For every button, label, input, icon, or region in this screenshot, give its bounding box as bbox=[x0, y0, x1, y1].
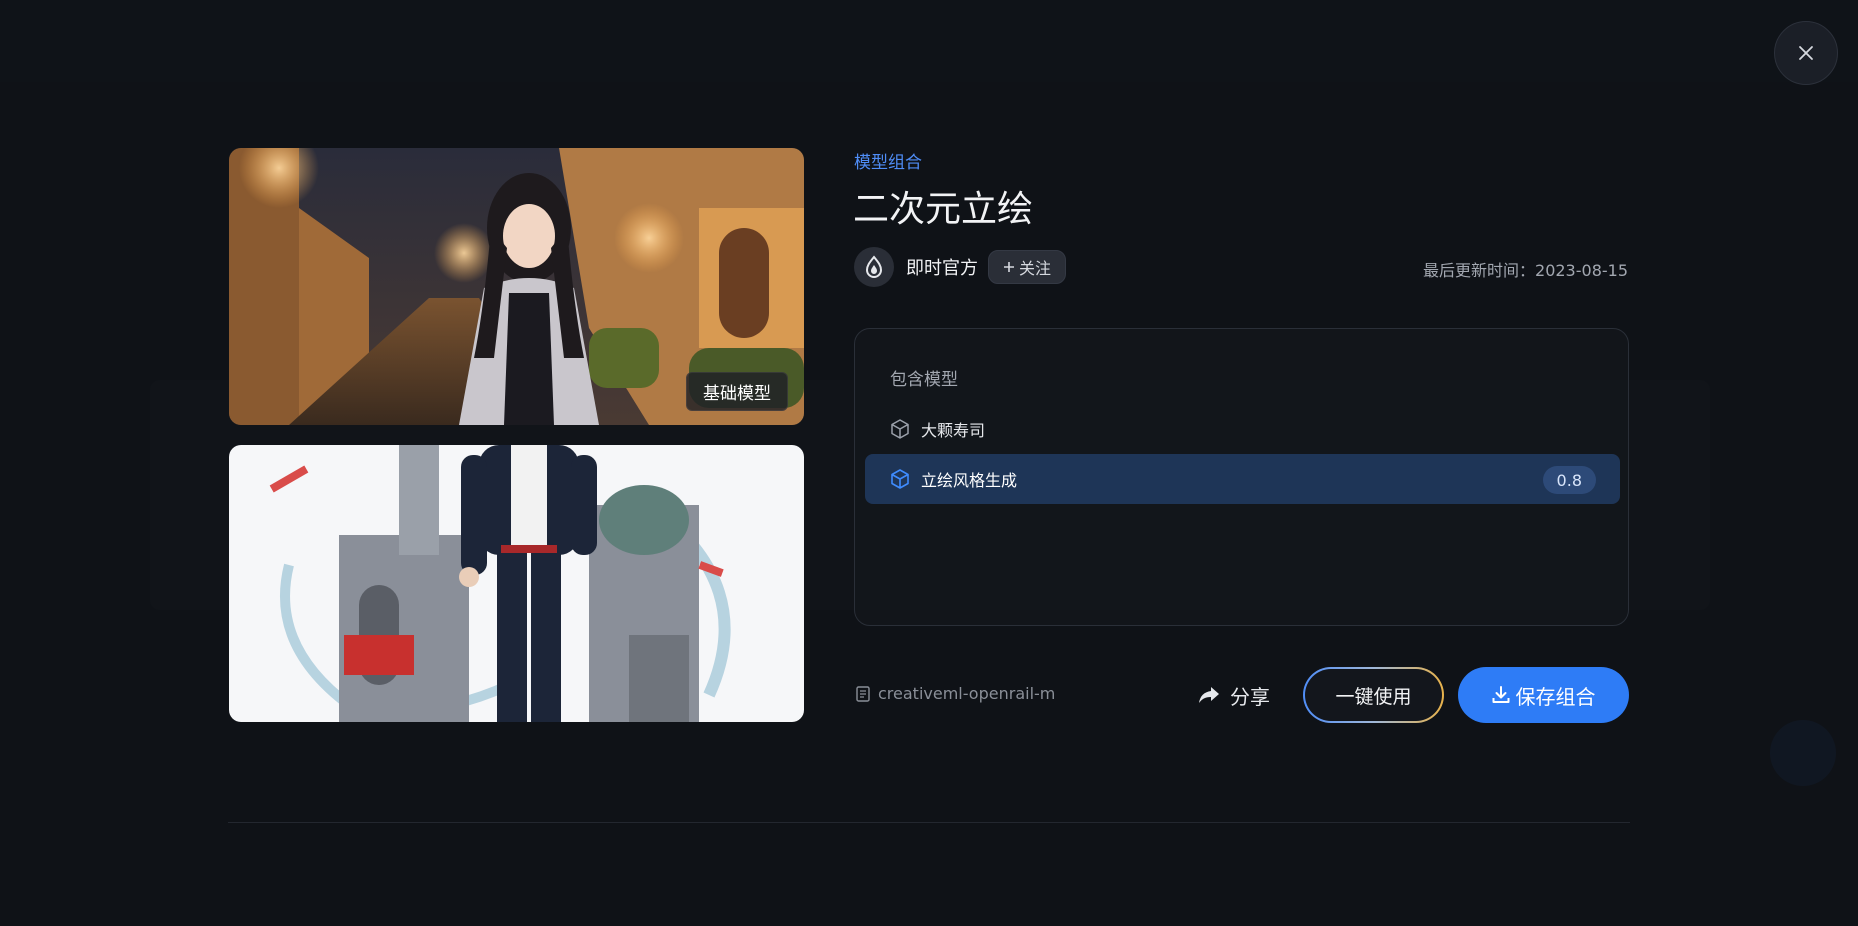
last-updated-label: 最后更新时间： bbox=[1423, 261, 1536, 280]
license: creativeml-openrail-m bbox=[856, 684, 1055, 703]
author-row: 即时官方 关注 bbox=[854, 247, 1067, 287]
image-tag-base-model: 基础模型 bbox=[686, 372, 788, 411]
license-name: creativeml-openrail-m bbox=[878, 684, 1056, 703]
document-icon bbox=[856, 685, 870, 702]
cube-icon bbox=[891, 419, 909, 439]
follow-label: 关注 bbox=[1019, 259, 1052, 278]
model-item-lihui[interactable]: 立绘风格生成 0.8 bbox=[865, 454, 1620, 504]
preview-image-1[interactable]: 基础模型 bbox=[229, 148, 804, 425]
share-label: 分享 bbox=[1230, 684, 1270, 709]
category-label[interactable]: 模型组合 bbox=[854, 148, 922, 173]
last-updated-date: 2023-08-15 bbox=[1535, 261, 1628, 280]
close-icon bbox=[1799, 46, 1813, 60]
divider bbox=[228, 822, 1630, 823]
cube-icon bbox=[891, 469, 909, 489]
model-weight-badge: 0.8 bbox=[1542, 466, 1596, 494]
preview-image-2[interactable] bbox=[229, 445, 804, 722]
brand-logo-icon bbox=[865, 255, 883, 278]
model-name: 大颗寿司 bbox=[921, 421, 986, 440]
save-combination-label: 保存组合 bbox=[1515, 684, 1596, 709]
model-name: 立绘风格生成 bbox=[921, 471, 1018, 490]
close-button[interactable] bbox=[1774, 21, 1838, 85]
save-combination-button[interactable]: 保存组合 bbox=[1458, 667, 1629, 723]
model-item-dakeshousi[interactable]: 大颗寿司 bbox=[865, 404, 1620, 454]
share-arrow-icon bbox=[1199, 687, 1219, 703]
follow-button[interactable]: 关注 bbox=[988, 250, 1067, 284]
author-name[interactable]: 即时官方 bbox=[906, 254, 978, 280]
avatar[interactable] bbox=[854, 247, 894, 287]
included-models-panel: 包含模型 大颗寿司 立绘风格生成 0.8 bbox=[854, 328, 1629, 626]
included-models-heading: 包含模型 bbox=[890, 370, 958, 390]
download-icon bbox=[1492, 686, 1509, 703]
page-title: 二次元立绘 bbox=[853, 189, 1034, 230]
plus-icon bbox=[1004, 262, 1014, 272]
share-button[interactable]: 分享 bbox=[1198, 678, 1270, 712]
one-click-use-button[interactable]: 一键使用 bbox=[1303, 667, 1444, 723]
last-updated: 最后更新时间：2023-08-15 bbox=[1423, 257, 1628, 281]
one-click-use-label: 一键使用 bbox=[1305, 669, 1442, 721]
